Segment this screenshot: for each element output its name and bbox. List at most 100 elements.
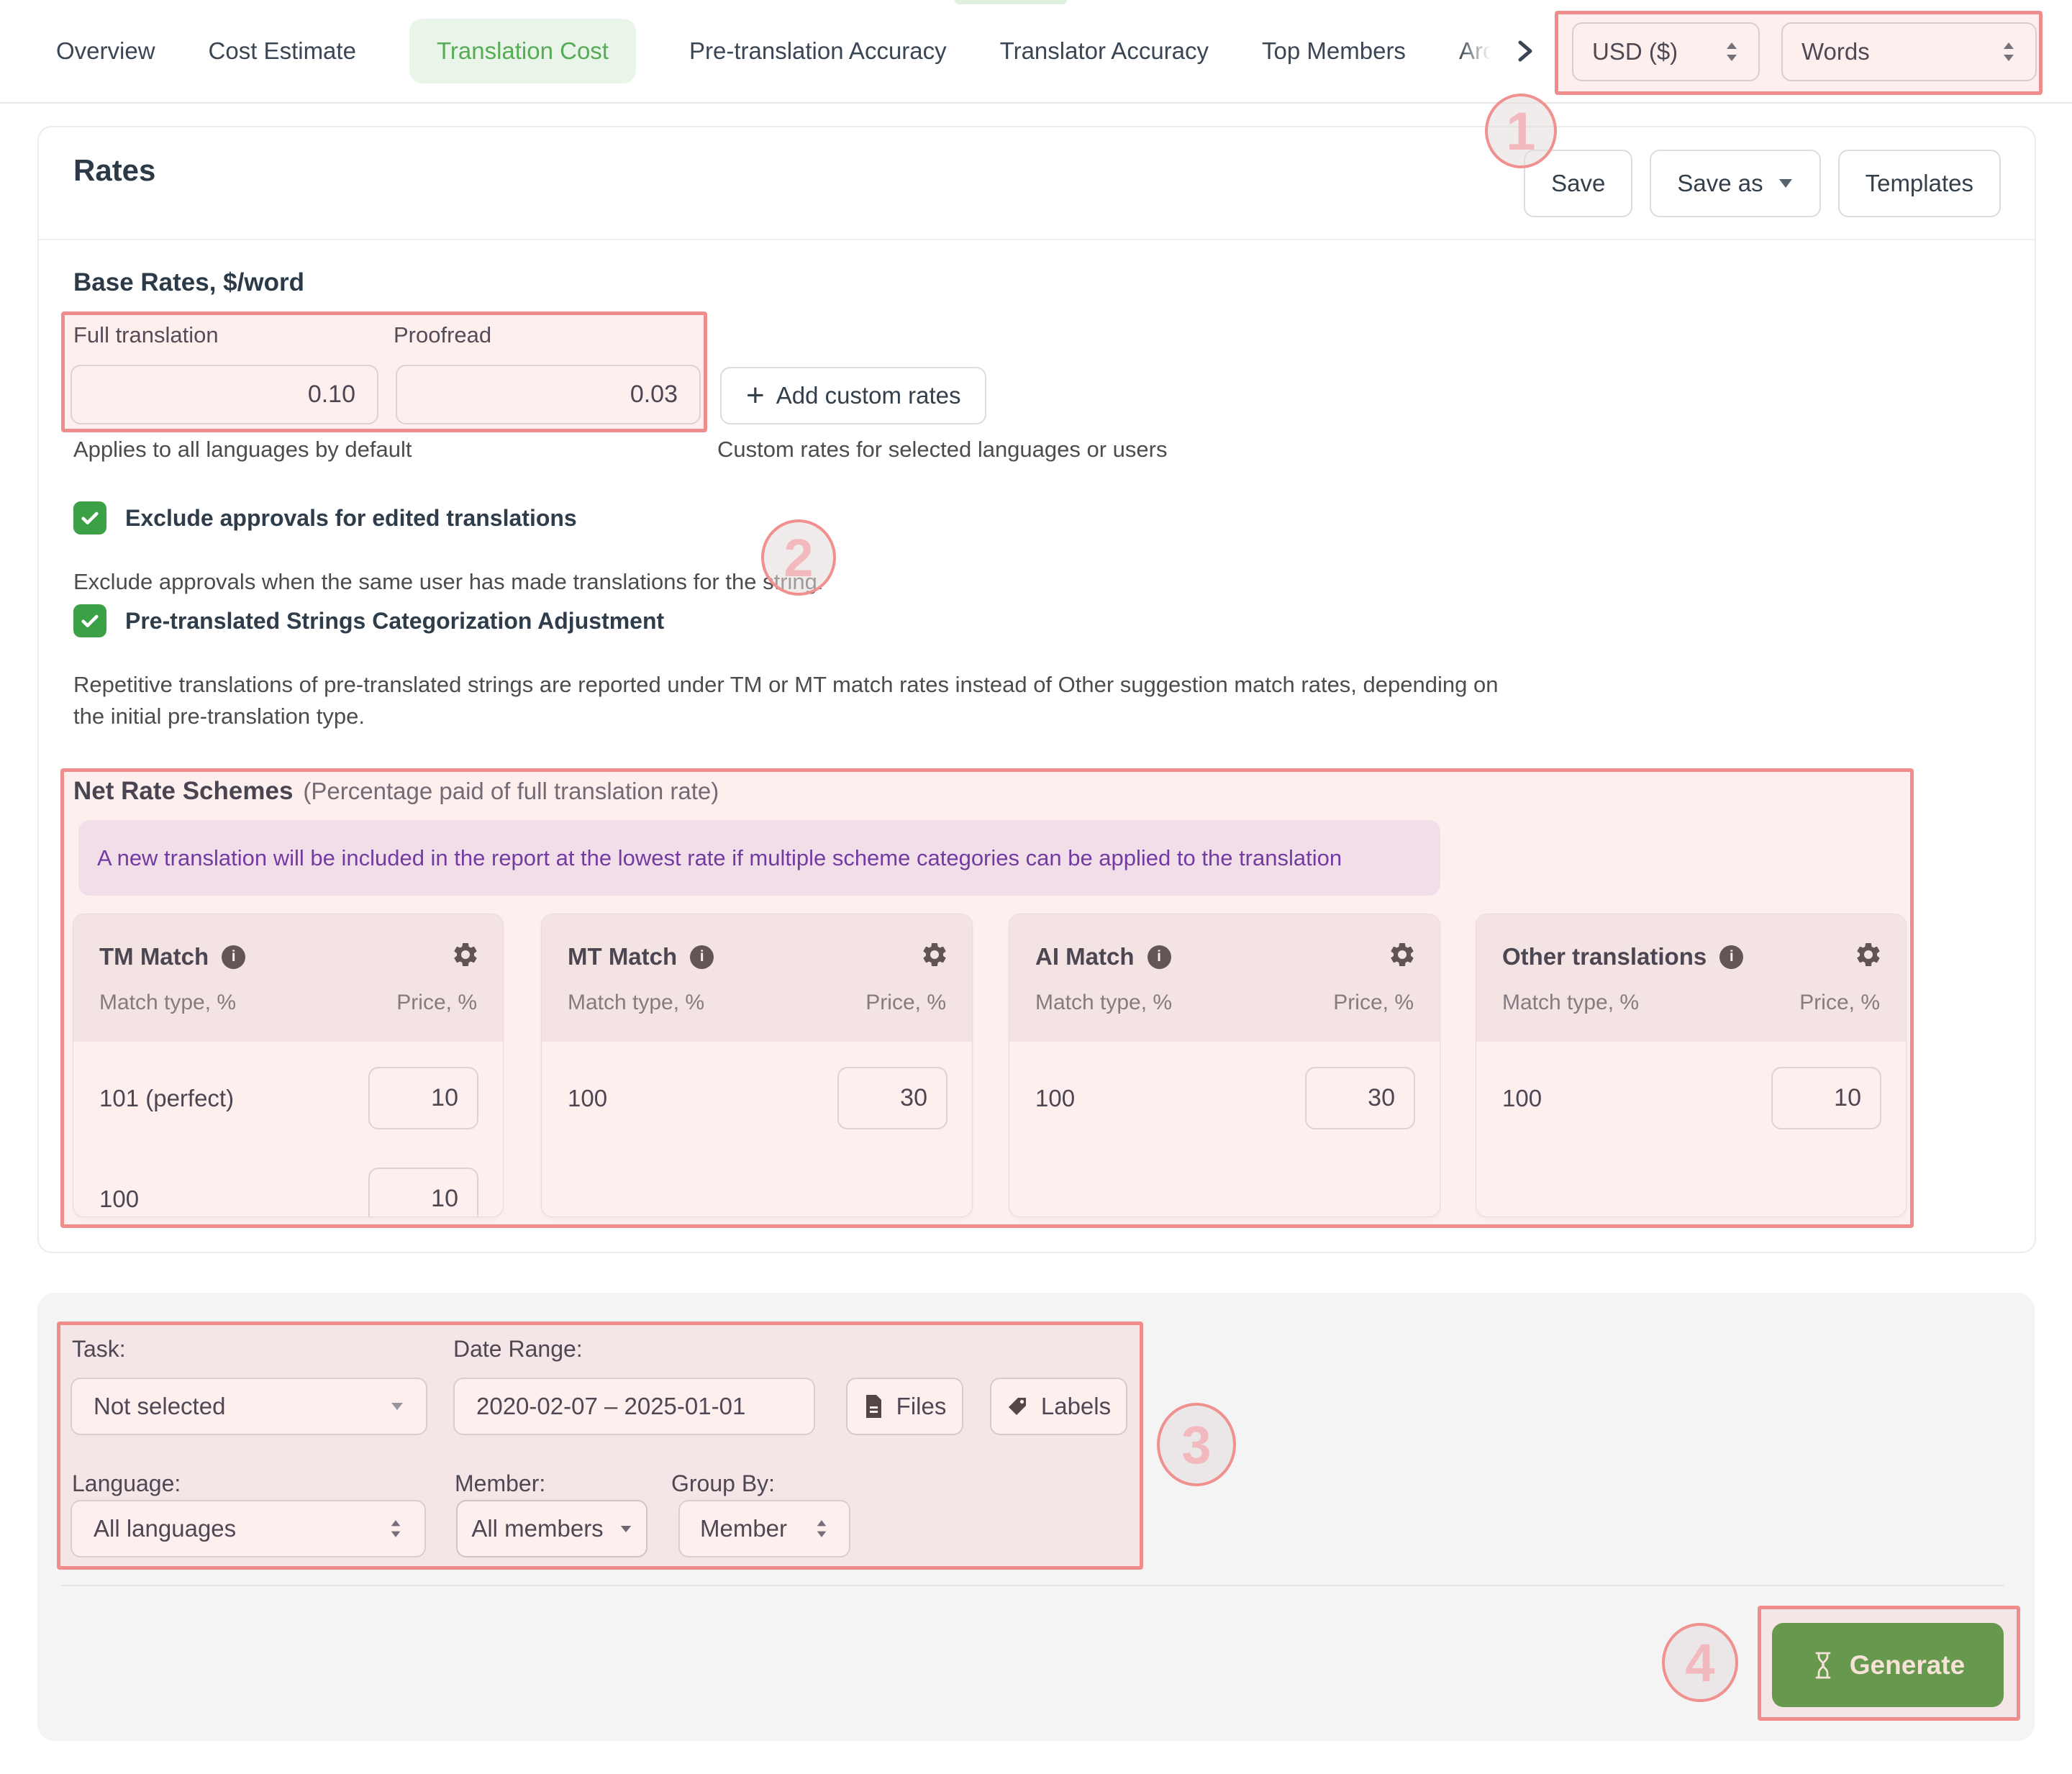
add-custom-rates-button[interactable]: + Add custom rates <box>720 367 987 424</box>
match-type-value: 101 (perfect) <box>99 1084 235 1111</box>
mt-match-title: MT Match <box>568 943 678 970</box>
unit-select[interactable]: Words <box>1781 22 2037 81</box>
mt-match-header: MT Match i Match type, % Price, % <box>542 914 972 1042</box>
ai-100-price-input[interactable] <box>1305 1067 1415 1129</box>
match-type-value: 100 <box>1502 1084 1542 1111</box>
info-icon[interactable]: i <box>222 945 246 969</box>
match-type-column-label: Match type, % <box>1035 991 1173 1014</box>
ai-match-row-100: 100 <box>1009 1067 1440 1129</box>
rates-card: Rates Save Save as Templates Base Rates,… <box>37 126 2036 1253</box>
exclude-approvals-description: Exclude approvals when the same user has… <box>73 569 824 594</box>
gear-icon[interactable] <box>1388 940 1417 969</box>
checkmark-icon <box>78 506 101 529</box>
net-rate-schemes-subtitle: (Percentage paid of full translation rat… <box>303 778 719 804</box>
tab-translation-cost[interactable]: Translation Cost <box>409 19 636 83</box>
info-icon[interactable]: i <box>1147 945 1171 969</box>
updown-arrows-icon <box>2001 40 2017 63</box>
tm-100-price-input[interactable] <box>368 1168 478 1216</box>
tm-101-price-input[interactable] <box>368 1067 478 1129</box>
group-by-label: Group By: <box>671 1470 776 1496</box>
match-type-column-label: Match type, % <box>568 991 705 1014</box>
unit-select-value: Words <box>1801 38 1870 65</box>
tab-pre-translation-accuracy[interactable]: Pre-translation Accuracy <box>689 37 947 65</box>
net-rate-schemes-heading: Net Rate Schemes (Percentage paid of full… <box>73 777 719 806</box>
gear-icon[interactable] <box>1854 940 1883 969</box>
tm-match-card: TM Match i Match type, % Price, % 101 (p… <box>73 914 504 1217</box>
group-by-select-value: Member <box>700 1515 788 1542</box>
mt-match-card: MT Match i Match type, % Price, % 100 <box>541 914 973 1217</box>
pretranslated-adjustment-label: Pre-translated Strings Categorization Ad… <box>125 607 665 634</box>
info-icon[interactable]: i <box>690 945 714 969</box>
tab-archive-truncated[interactable]: Arc <box>1459 37 1495 65</box>
lowest-rate-info-banner: A new translation will be included in th… <box>78 820 1440 896</box>
group-by-select[interactable]: Member <box>678 1500 850 1557</box>
match-type-value: 100 <box>568 1084 608 1111</box>
currency-select[interactable]: USD ($) <box>1572 22 1760 81</box>
net-rate-schemes-title: Net Rate Schemes <box>73 777 294 805</box>
more-tabs-button[interactable] <box>1514 35 1536 67</box>
report-filters-panel: Task: Date Range: Not selected Files Lab… <box>37 1293 2035 1741</box>
currency-select-value: USD ($) <box>1592 38 1678 65</box>
member-label: Member: <box>455 1470 546 1496</box>
price-column-label: Price, % <box>865 991 946 1014</box>
exclude-approvals-checkbox[interactable] <box>73 501 106 535</box>
language-select[interactable]: All languages <box>71 1500 426 1557</box>
language-select-value: All languages <box>94 1515 237 1542</box>
proofread-rate-input[interactable] <box>396 365 701 424</box>
report-unit-controls: USD ($) Words <box>1572 22 2037 81</box>
gear-icon[interactable] <box>451 940 480 969</box>
gear-icon[interactable] <box>920 940 949 969</box>
save-as-button[interactable]: Save as <box>1650 150 1821 217</box>
plus-icon: + <box>746 378 765 413</box>
member-select[interactable]: All members <box>456 1500 648 1557</box>
tab-overview[interactable]: Overview <box>56 37 155 65</box>
tab-top-members[interactable]: Top Members <box>1262 37 1406 65</box>
other-100-price-input[interactable] <box>1771 1067 1881 1129</box>
report-tabs-bar: Overview Cost Estimate Translation Cost … <box>0 0 2072 104</box>
report-settings-page: Overview Cost Estimate Translation Cost … <box>0 0 2072 1774</box>
tm-match-row-100: 100 <box>73 1168 503 1216</box>
tag-icon <box>1007 1396 1028 1417</box>
base-rates-hint: Applies to all languages by default <box>73 437 412 462</box>
price-column-label: Price, % <box>1799 991 1880 1014</box>
generate-button-label: Generate <box>1849 1650 1966 1680</box>
divider <box>61 1585 2004 1586</box>
mt-100-price-input[interactable] <box>837 1067 948 1129</box>
other-translations-header: Other translations i Match type, % Price… <box>1476 914 1906 1042</box>
full-translation-rate-input[interactable] <box>71 365 378 424</box>
generate-button[interactable]: Generate <box>1772 1623 2004 1707</box>
match-type-column-label: Match type, % <box>99 991 237 1014</box>
caret-down-icon <box>390 1401 404 1411</box>
tab-translator-accuracy[interactable]: Translator Accuracy <box>1000 37 1209 65</box>
price-column-label: Price, % <box>396 991 477 1014</box>
files-button[interactable]: Files <box>846 1378 963 1435</box>
labels-button[interactable]: Labels <box>990 1378 1127 1435</box>
task-label: Task: <box>72 1336 126 1362</box>
templates-button[interactable]: Templates <box>1837 150 2001 217</box>
save-button[interactable]: Save <box>1524 150 1633 217</box>
caret-down-icon <box>1778 178 1794 189</box>
mt-match-row-100: 100 <box>542 1067 972 1129</box>
date-range-label: Date Range: <box>453 1336 583 1362</box>
labels-button-label: Labels <box>1040 1393 1112 1419</box>
exclude-approvals-row: Exclude approvals for edited translation… <box>73 501 577 535</box>
member-select-value: All members <box>471 1515 604 1542</box>
pretranslated-adjustment-description: Repetitive translations of pre-translate… <box>73 672 1499 729</box>
pretranslated-adjustment-checkbox[interactable] <box>73 604 106 637</box>
chevron-right-icon <box>1514 35 1536 67</box>
match-type-value: 100 <box>1035 1084 1076 1111</box>
base-rates-heading: Base Rates, $/word <box>73 268 304 296</box>
ai-match-card: AI Match i Match type, % Price, % 100 <box>1009 914 1440 1217</box>
ai-match-header: AI Match i Match type, % Price, % <box>1009 914 1440 1042</box>
other-translations-title: Other translations <box>1502 943 1707 970</box>
updown-arrows-icon <box>388 1518 403 1539</box>
match-type-column-label: Match type, % <box>1502 991 1640 1014</box>
date-range-input[interactable] <box>453 1378 815 1435</box>
updown-arrows-icon <box>1724 40 1740 63</box>
rates-actions: Save Save as Templates <box>1524 150 2001 217</box>
checkmark-icon <box>78 609 101 632</box>
file-icon <box>863 1394 883 1419</box>
tab-cost-estimate[interactable]: Cost Estimate <box>209 37 356 65</box>
task-select[interactable]: Not selected <box>71 1378 427 1435</box>
info-icon[interactable]: i <box>1719 945 1744 969</box>
